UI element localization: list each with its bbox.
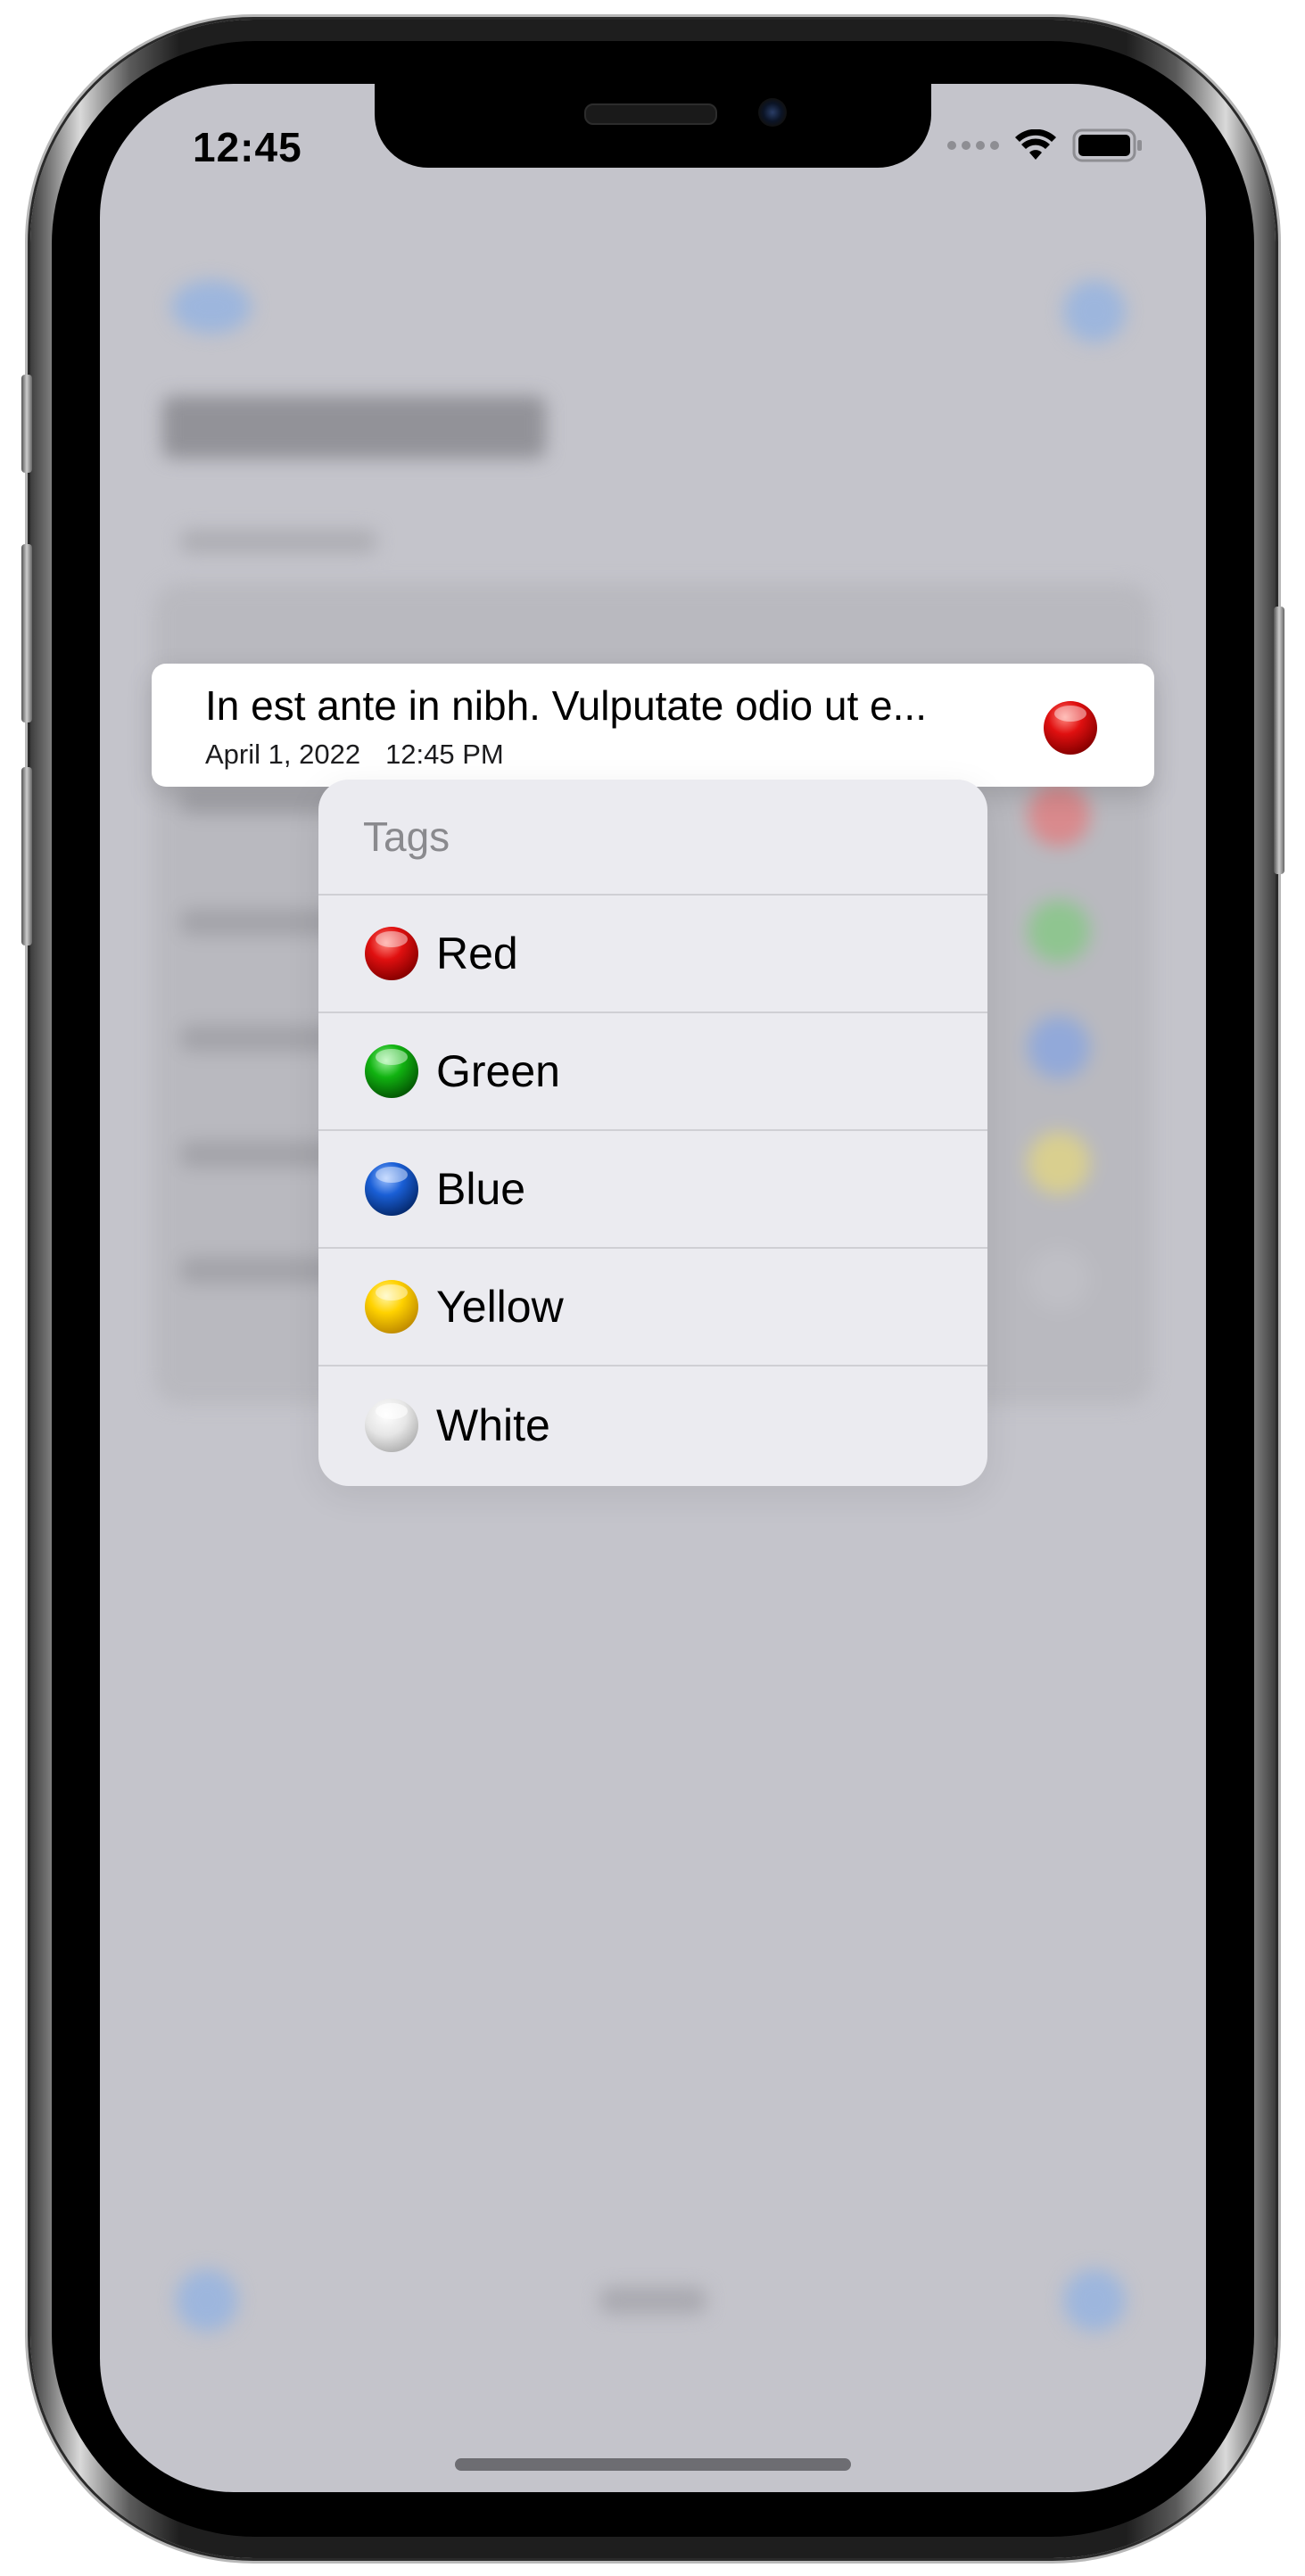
- note-title: In est ante in nibh. Vulputate odio ut e…: [205, 682, 927, 729]
- screen: 12:45 In est ante in nibh. Vulputate odi…: [100, 84, 1206, 2492]
- speaker-grille: [584, 103, 717, 125]
- notch: [375, 84, 931, 168]
- blurred-red-tag-icon: [1028, 784, 1090, 846]
- green-circle-icon: [365, 1044, 418, 1098]
- front-camera: [758, 98, 787, 127]
- wifi-icon: [1015, 129, 1056, 160]
- blue-circle-icon: [365, 1162, 418, 1216]
- tag-option-white[interactable]: White: [318, 1366, 987, 1484]
- note-preview-card[interactable]: In est ante in nibh. Vulputate odio ut e…: [152, 664, 1154, 787]
- blurred-green-tag-icon: [1028, 900, 1090, 962]
- volume-up-button: [21, 544, 32, 722]
- back-button-icon: [171, 280, 252, 334]
- power-button: [1274, 607, 1284, 874]
- blurred-toolbar-center: [599, 2287, 706, 2314]
- note-meta: April 1, 2022 12:45 PM: [205, 739, 504, 771]
- tag-option-label: Green: [436, 1046, 560, 1096]
- blurred-yellow-tag-icon: [1028, 1132, 1090, 1194]
- yellow-circle-icon: [365, 1280, 418, 1333]
- silent-switch: [21, 375, 32, 473]
- status-time: 12:45: [193, 124, 302, 170]
- blurred-page-title: [162, 396, 546, 458]
- compose-button-icon: [1063, 280, 1126, 343]
- tag-option-green[interactable]: Green: [318, 1013, 987, 1131]
- signal-icon: [947, 141, 999, 150]
- tag-option-label: Blue: [436, 1164, 526, 1214]
- note-time: 12:45 PM: [385, 739, 504, 770]
- blurred-blue-tag-icon: [1028, 1016, 1090, 1078]
- blurred-toolbar-left-icon: [176, 2269, 238, 2332]
- red-circle-icon: [365, 927, 418, 980]
- note-date: April 1, 2022: [205, 739, 361, 770]
- tags-menu-header: Tags: [318, 780, 987, 896]
- tag-option-blue[interactable]: Blue: [318, 1131, 987, 1249]
- white-circle-icon: [365, 1399, 418, 1452]
- home-indicator[interactable]: [455, 2458, 851, 2471]
- battery-icon: [1072, 128, 1142, 162]
- tag-option-yellow[interactable]: Yellow: [318, 1249, 987, 1366]
- tag-option-red[interactable]: Red: [318, 896, 987, 1013]
- blurred-toolbar-right-icon: [1063, 2269, 1126, 2332]
- blurred-white-tag-icon: [1028, 1248, 1090, 1310]
- red-tag-icon: [1044, 701, 1097, 755]
- status-icons: [947, 128, 1144, 162]
- blurred-search: [180, 530, 376, 553]
- tag-option-label: Yellow: [436, 1282, 564, 1332]
- tags-context-menu: Tags Red Green Blue Yellow White: [318, 780, 987, 1486]
- tag-option-label: Red: [436, 929, 518, 978]
- tag-option-label: White: [436, 1400, 550, 1450]
- volume-down-button: [21, 767, 32, 945]
